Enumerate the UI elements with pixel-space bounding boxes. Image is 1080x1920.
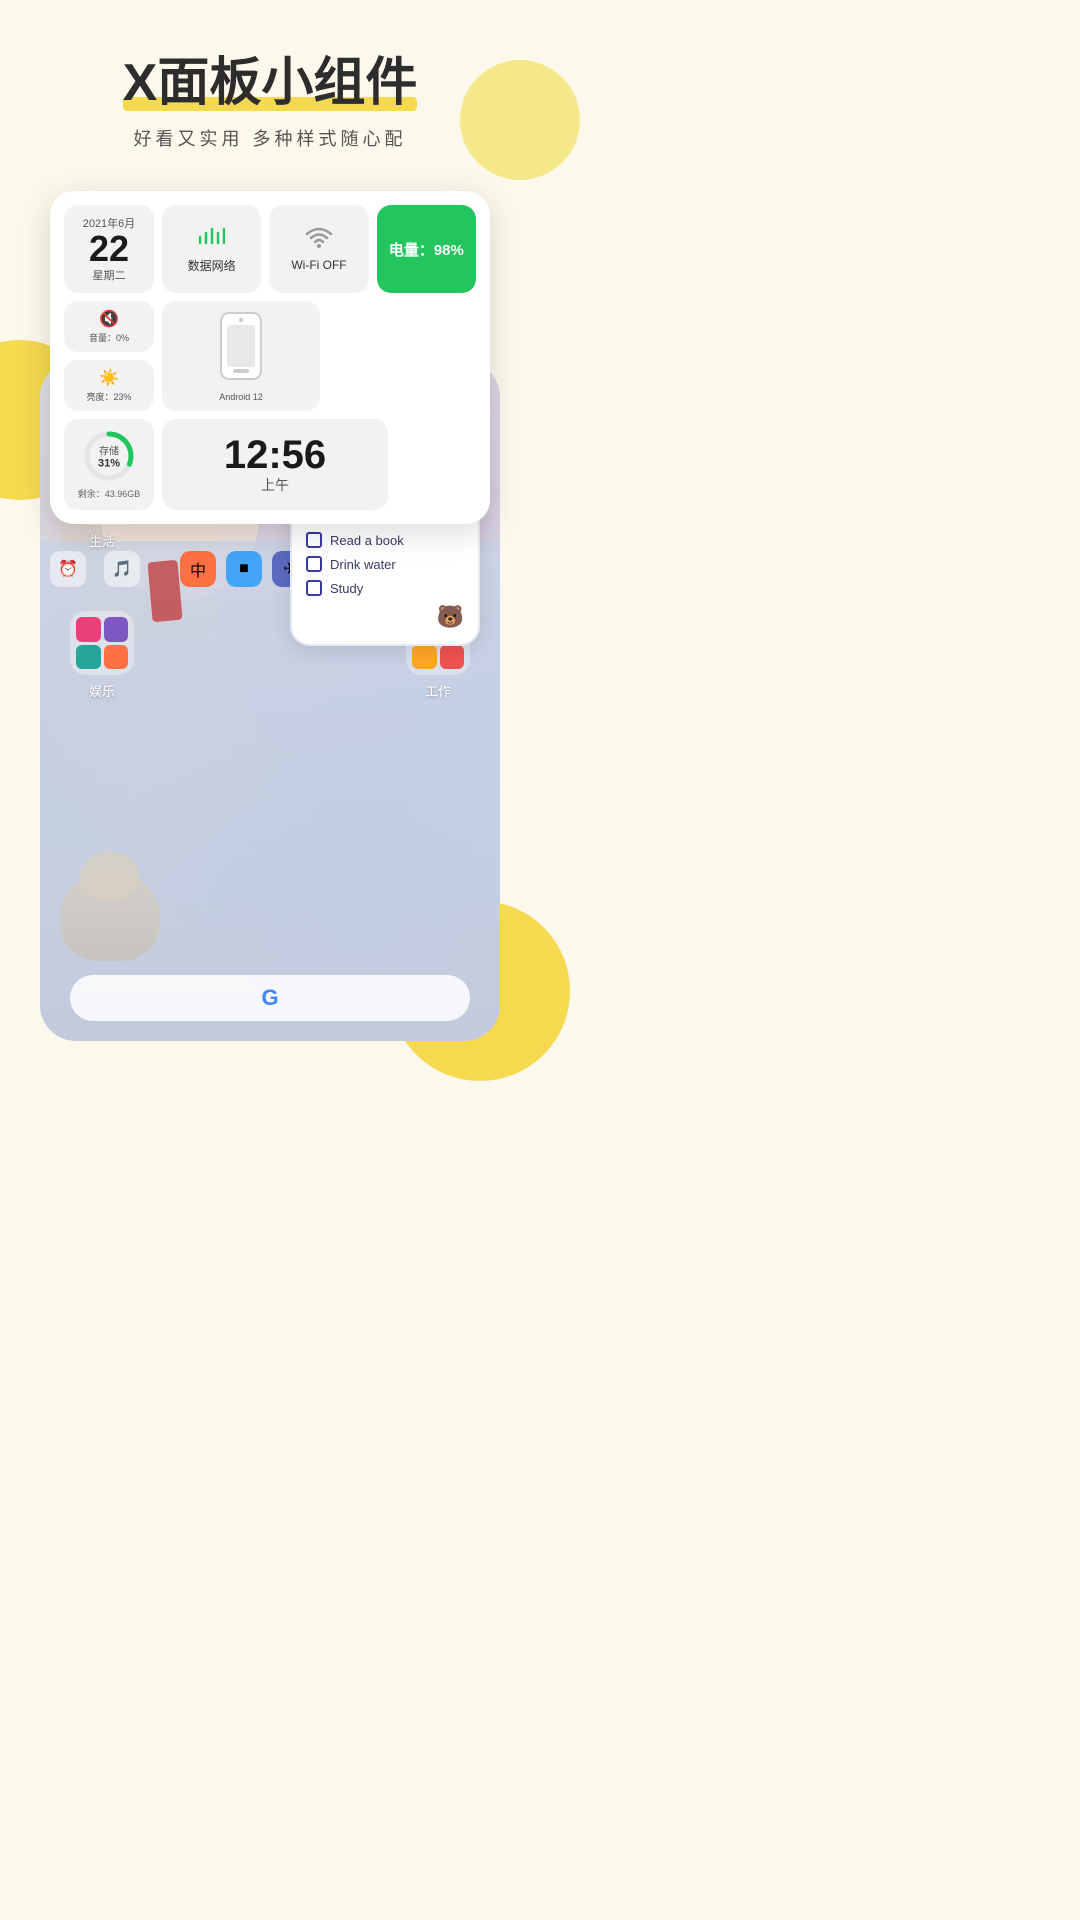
todo-item-3[interactable]: Drink water	[306, 556, 464, 572]
app-icon-3a[interactable]: ⏰	[50, 551, 86, 587]
android-phone-icon	[219, 311, 263, 386]
app-icons-row-3b: 中 ■ ✈	[180, 551, 308, 587]
android-widget: Android 12	[162, 301, 320, 411]
battery-label: 电量：98%	[389, 239, 464, 260]
app-icon-blue[interactable]: ■	[226, 551, 262, 587]
storage-widget: 存储 31% 剩余：43.96GB	[64, 419, 154, 510]
folder-gongzuo-label: 工作	[425, 681, 451, 700]
brightness-icon: ☀️	[99, 368, 119, 388]
network-icon	[199, 225, 225, 253]
volume-label: 音量：0%	[89, 331, 129, 344]
date-weekday: 星期二	[93, 267, 126, 283]
todo-text-4: Study	[330, 581, 363, 596]
clock-time: 12:56	[224, 435, 326, 475]
date-day: 22	[89, 231, 129, 267]
app-icons-row-3: ⏰ 🎵	[50, 551, 140, 587]
folder-yule[interactable]: 娱乐	[70, 611, 134, 700]
todo-check-2	[306, 532, 322, 548]
todo-check-3	[306, 556, 322, 572]
volume-widget[interactable]: 🔇 音量：0%	[64, 301, 154, 352]
brightness-widget[interactable]: ☀️ 亮度：23%	[64, 360, 154, 411]
storage-label: 存储	[98, 443, 120, 458]
subtitle: 好看又实用 多种样式随心配	[134, 125, 407, 151]
todo-text-3: Drink water	[330, 557, 396, 572]
google-search-bar[interactable]: G	[70, 975, 470, 1021]
storage-remaining: 剩余：43.96GB	[78, 487, 141, 500]
app-icon-red[interactable]: 中	[180, 551, 216, 587]
todo-check-4	[306, 580, 322, 596]
todo-item-4[interactable]: Study	[306, 580, 464, 596]
date-widget: 2021年6月 22 星期二	[64, 205, 154, 293]
clock-widget: 12:56 上午	[162, 419, 388, 510]
storage-percent: 31%	[98, 458, 120, 470]
wifi-widget[interactable]: Wi-Fi OFF	[269, 205, 368, 293]
wifi-icon	[305, 226, 333, 254]
battery-widget: 电量：98%	[377, 205, 476, 293]
todo-bear-decoration: 🐻	[306, 604, 464, 630]
folder-shenghuo-label: 生活	[89, 531, 115, 550]
todo-text-2: Read a book	[330, 533, 404, 548]
google-g-logo: G	[261, 985, 278, 1011]
todo-item-2[interactable]: Read a book	[306, 532, 464, 548]
network-label: 数据网络	[188, 257, 236, 274]
network-widget[interactable]: 数据网络	[162, 205, 261, 293]
main-title: X面板小组件	[123, 40, 418, 115]
app-icon-3b[interactable]: 🎵	[104, 551, 140, 587]
clock-ampm: 上午	[261, 475, 289, 495]
volume-icon: 🔇	[99, 309, 119, 329]
folder-yule-label: 娱乐	[89, 681, 115, 700]
android-label: Android 12	[219, 392, 263, 402]
widget-panel: 2021年6月 22 星期二	[50, 191, 490, 524]
wifi-label: Wi-Fi OFF	[291, 258, 346, 272]
brightness-label: 亮度：23%	[86, 390, 131, 403]
